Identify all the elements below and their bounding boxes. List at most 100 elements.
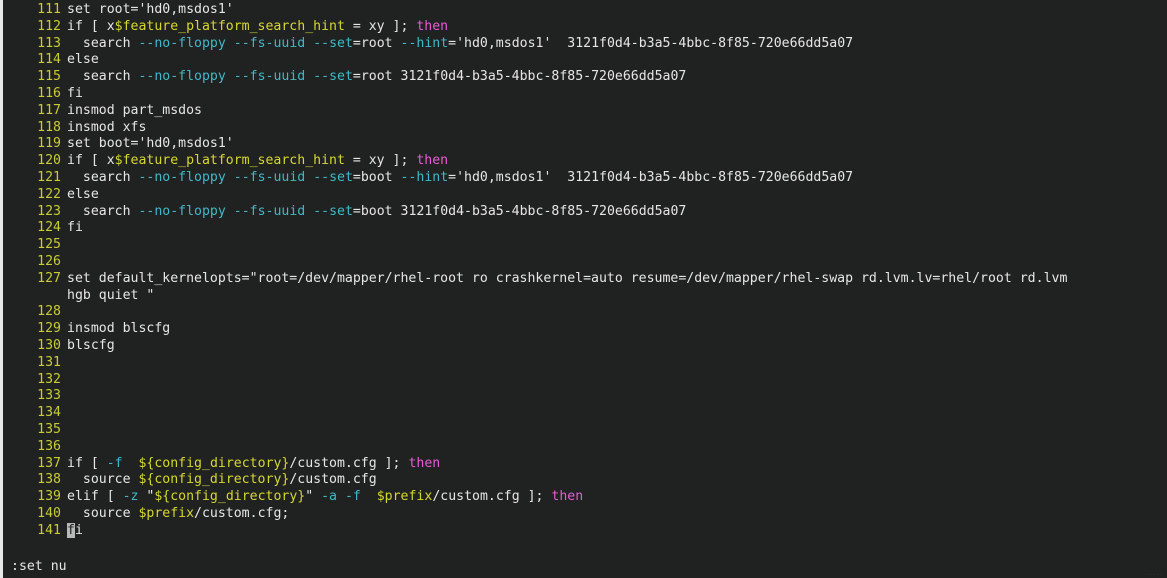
code-token: search <box>67 169 139 185</box>
line-number: 118 <box>37 119 61 135</box>
line-content: insmod blscfg <box>67 321 170 336</box>
editor-line[interactable]: 134 <box>3 405 1167 422</box>
editor-line[interactable]: 119 set boot='hd0,msdos1' <box>3 136 1167 153</box>
line-content: insmod part_msdos <box>67 103 202 118</box>
code-token: --hint <box>400 35 449 51</box>
code-token: /custom.cfg <box>289 472 377 488</box>
code-token: --set <box>313 35 353 51</box>
code-token: ${config_directory} <box>138 472 290 488</box>
line-content: search --no-floppy --fs-uuid --set=root … <box>67 69 686 84</box>
code-token: insmod part_msdos <box>67 102 202 118</box>
terminal-window[interactable]: 111 set root='hd0,msdos1' 112 if [ x$featur… <box>0 0 1167 578</box>
code-token: $prefix <box>376 489 433 505</box>
editor-line[interactable]: 136 <box>3 439 1167 456</box>
code-token: search <box>67 69 139 85</box>
line-content: source $prefix/custom.cfg; <box>67 506 289 521</box>
editor-line[interactable]: 115 search --no-floppy --fs-uuid --set=r… <box>3 69 1167 86</box>
code-token: --set <box>313 69 353 85</box>
editor-line[interactable]: 126 <box>3 254 1167 271</box>
line-number: 131 <box>37 354 61 370</box>
code-token: ='hd0,msdos1' 3121f0d4-b3a5-4bbc-8f85-72… <box>448 169 854 185</box>
vim-editor-buffer[interactable]: 111 set root='hd0,msdos1' 112 if [ x$featur… <box>3 0 1167 556</box>
editor-line[interactable]: 112 if [ x$feature_platform_search_hint =… <box>3 19 1167 36</box>
editor-line[interactable]: 113 search --no-floppy --fs-uuid --set=r… <box>3 36 1167 53</box>
line-content: set root='hd0,msdos1' <box>67 2 234 17</box>
editor-line[interactable]: hgb quiet " <box>3 288 1167 305</box>
code-token: if [ x <box>67 153 115 169</box>
vim-status-line[interactable]: :set nu <box>3 556 1167 578</box>
code-token: --no-floppy <box>138 169 226 185</box>
editor-line[interactable]: 130 blscfg <box>3 338 1167 355</box>
code-token: --fs-uuid <box>233 169 306 185</box>
editor-line[interactable]: 122 else <box>3 187 1167 204</box>
code-token: =root 3121f0d4-b3a5-4bbc-8f85-720e66dd5a… <box>352 69 687 85</box>
code-token: $feature_platform_search_hint <box>114 153 345 169</box>
editor-line[interactable]: 118 insmod xfs <box>3 120 1167 137</box>
editor-line[interactable]: 139 elif [ -z "${config_directory}" -a -f… <box>3 489 1167 506</box>
line-number: 136 <box>37 438 61 454</box>
editor-line[interactable]: 132 <box>3 372 1167 389</box>
line-content: else <box>67 187 99 202</box>
editor-line[interactable]: 121 search --no-floppy --fs-uuid --set=b… <box>3 170 1167 187</box>
code-token: --hint <box>400 169 449 185</box>
editor-line[interactable]: 138 source ${config_directory}/custom.cf… <box>3 472 1167 489</box>
line-number: 111 <box>37 2 61 17</box>
line-content: else <box>67 52 99 67</box>
line-content: if [ x$feature_platform_search_hint = xy… <box>67 153 448 168</box>
line-content: elif [ -z "${config_directory}" -a -f $p… <box>67 489 583 504</box>
code-token: --set <box>313 203 353 219</box>
editor-line[interactable]: 127 set default_kernelopts="root=/dev/map… <box>3 271 1167 288</box>
line-content: hgb quiet " <box>67 288 154 303</box>
code-token: /custom.cfg; <box>194 505 290 521</box>
editor-line[interactable]: 129 insmod blscfg <box>3 321 1167 338</box>
line-number: 122 <box>37 186 61 202</box>
editor-line[interactable]: 141 fi <box>3 522 1167 540</box>
code-token: -f <box>344 489 361 505</box>
code-token: = xy ]; <box>344 153 417 169</box>
code-token: i <box>74 522 83 538</box>
editor-line[interactable]: 123 search --no-floppy --fs-uuid --set=b… <box>3 204 1167 221</box>
code-token: ${config_directory} <box>138 455 290 471</box>
editor-line[interactable]: 135 <box>3 422 1167 439</box>
editor-line[interactable]: 140 source $prefix/custom.cfg; <box>3 506 1167 523</box>
editor-line[interactable]: 116 fi <box>3 86 1167 103</box>
code-token: --no-floppy <box>138 203 226 219</box>
line-number: 120 <box>37 153 61 169</box>
code-token: = xy ]; <box>344 18 417 34</box>
line-number: 133 <box>37 388 61 404</box>
line-content: set boot='hd0,msdos1' <box>67 136 234 151</box>
editor-line[interactable]: 128 <box>3 304 1167 321</box>
line-number: 117 <box>37 102 61 118</box>
editor-line[interactable]: 117 insmod part_msdos <box>3 103 1167 120</box>
editor-line[interactable]: 120 if [ x$feature_platform_search_hint =… <box>3 153 1167 170</box>
line-number: 135 <box>37 421 61 437</box>
line-content: blscfg <box>67 338 115 353</box>
code-token: if [ x <box>67 18 115 34</box>
line-number: 129 <box>37 321 61 337</box>
editor-line[interactable]: 133 <box>3 388 1167 405</box>
editor-line[interactable]: 111 set root='hd0,msdos1' <box>3 2 1167 19</box>
code-token: source <box>67 505 139 521</box>
line-number: 134 <box>37 405 61 421</box>
code-token: --fs-uuid <box>233 35 306 51</box>
code-token: -z <box>122 489 139 505</box>
code-token: =boot 3121f0d4-b3a5-4bbc-8f85-720e66dd5a… <box>352 203 687 219</box>
line-content: search --no-floppy --fs-uuid --set=root … <box>67 36 853 51</box>
editor-line[interactable]: 125 <box>3 237 1167 254</box>
editor-line[interactable]: 124 fi <box>3 220 1167 237</box>
line-number: 141 <box>37 522 61 538</box>
line-number: 127 <box>37 270 61 286</box>
editor-line[interactable]: 131 <box>3 355 1167 372</box>
code-token: set root='hd0,msdos1' <box>67 2 234 17</box>
editor-line[interactable]: 137 if [ -f ${config_directory}/custom.cf… <box>3 456 1167 473</box>
line-content: fi <box>67 522 83 538</box>
line-number: 139 <box>37 489 61 505</box>
line-number: 126 <box>37 253 61 269</box>
editor-line[interactable]: 114 else <box>3 52 1167 69</box>
